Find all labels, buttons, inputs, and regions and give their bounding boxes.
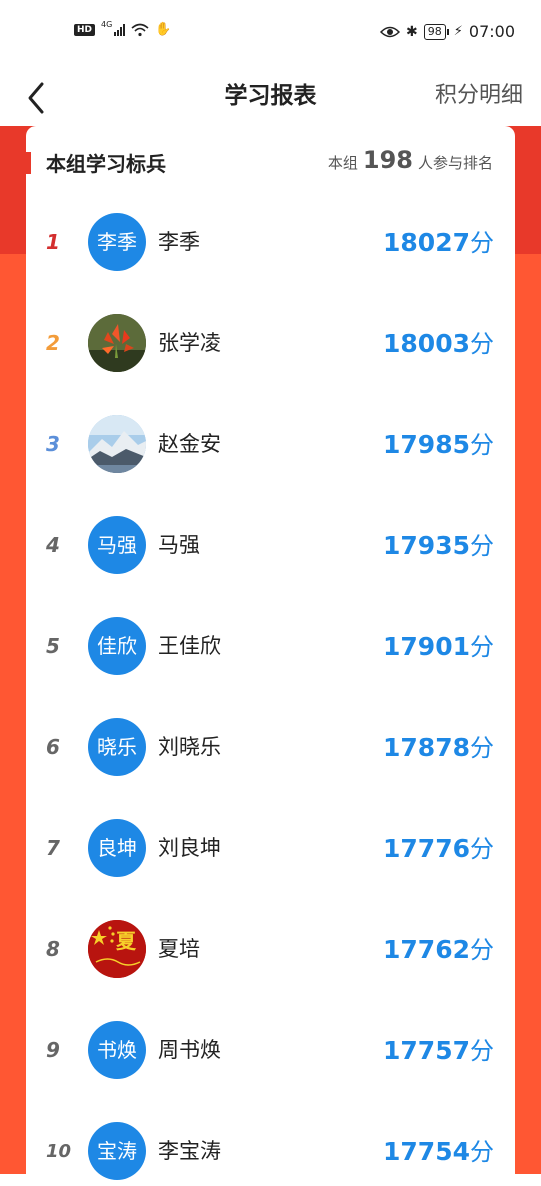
score: 18003分 bbox=[383, 293, 494, 395]
score-unit: 分 bbox=[470, 1138, 494, 1166]
score-value: 17935 bbox=[383, 531, 470, 560]
score-value: 18003 bbox=[383, 329, 470, 358]
network-type: 4G bbox=[101, 20, 113, 29]
score-value: 17985 bbox=[383, 430, 470, 459]
avatar bbox=[88, 314, 146, 372]
avatar: 佳欣 bbox=[88, 617, 146, 675]
points-detail-link[interactable]: 积分明细 bbox=[435, 77, 523, 109]
score-value: 17901 bbox=[383, 632, 470, 661]
score-value: 17762 bbox=[383, 935, 470, 964]
avatar: 书焕 bbox=[88, 1021, 146, 1079]
gesture-icon: ✋ bbox=[155, 22, 172, 37]
member-name: 赵金安 bbox=[158, 432, 221, 456]
accent-bar bbox=[26, 152, 31, 174]
ranking-row[interactable]: 7 良坤 刘良坤 17776分 bbox=[26, 798, 515, 899]
member-name: 李宝涛 bbox=[158, 1139, 221, 1163]
flag-photo-icon: 夏 bbox=[88, 920, 146, 978]
score: 17935分 bbox=[383, 495, 494, 597]
ranking-row[interactable]: 3 赵金安 17985分 bbox=[26, 394, 515, 495]
score-value: 17757 bbox=[383, 1036, 470, 1065]
member-name: 马强 bbox=[158, 533, 200, 557]
charging-icon: ⚡ bbox=[453, 24, 463, 39]
rank-number: 6 bbox=[46, 735, 60, 759]
status-bar: HD 4G ✋ ✱ 98 ⚡ 07:00 bbox=[0, 0, 541, 66]
score-value: 17776 bbox=[383, 834, 470, 863]
meta-prefix: 本组 bbox=[327, 154, 358, 172]
score: 17901分 bbox=[383, 596, 494, 698]
member-name: 李季 bbox=[158, 230, 200, 254]
status-left: HD 4G ✋ bbox=[74, 20, 172, 37]
member-name: 张学凌 bbox=[158, 331, 221, 355]
score-unit: 分 bbox=[470, 532, 494, 560]
ranking-row[interactable]: 5 佳欣 王佳欣 17901分 bbox=[26, 596, 515, 697]
avatar: 马强 bbox=[88, 516, 146, 574]
eye-icon bbox=[380, 26, 401, 37]
score: 17985分 bbox=[383, 394, 494, 496]
rank-number: 4 bbox=[46, 533, 60, 557]
participant-count: 198 bbox=[362, 146, 413, 174]
score-value: 17754 bbox=[383, 1137, 470, 1166]
ranking-row[interactable]: 6 晓乐 刘晓乐 17878分 bbox=[26, 697, 515, 798]
clock: 07:00 bbox=[468, 22, 515, 41]
avatar: 良坤 bbox=[88, 819, 146, 877]
participant-summary: 本组 198 人参与排名 bbox=[328, 146, 493, 174]
ranking-row[interactable]: 4 马强 马强 17935分 bbox=[26, 495, 515, 596]
score-unit: 分 bbox=[470, 835, 494, 863]
score-unit: 分 bbox=[470, 936, 494, 964]
ranking-row[interactable]: 8 夏 夏培 17762分 bbox=[26, 899, 515, 1000]
ranking-row[interactable]: 9 书焕 周书焕 17757分 bbox=[26, 1000, 515, 1101]
member-name: 周书焕 bbox=[158, 1038, 221, 1062]
score: 18027分 bbox=[383, 192, 494, 294]
card-title: 本组学习标兵 bbox=[46, 152, 166, 176]
avatar-logo-text: 夏 bbox=[116, 929, 137, 953]
rank-number: 5 bbox=[46, 634, 60, 658]
score: 17757分 bbox=[383, 1000, 494, 1102]
avatar: 宝涛 bbox=[88, 1122, 146, 1180]
score-unit: 分 bbox=[470, 229, 494, 257]
battery-icon: 98 bbox=[423, 23, 449, 40]
rank-number: 7 bbox=[46, 836, 60, 860]
score-unit: 分 bbox=[470, 330, 494, 358]
avatar: 李季 bbox=[88, 213, 146, 271]
member-name: 刘良坤 bbox=[158, 836, 221, 860]
card-header: 本组学习标兵 本组 198 人参与排名 bbox=[26, 126, 515, 202]
rank-number: 3 bbox=[46, 432, 60, 456]
ranking-row[interactable]: 2 张学凌 18003分 bbox=[26, 293, 515, 394]
rank-number: 8 bbox=[46, 937, 60, 961]
bluetooth-icon: ✱ bbox=[406, 23, 418, 40]
hd-badge: HD bbox=[74, 23, 96, 36]
signal-icon bbox=[114, 23, 126, 36]
rank-number: 10 bbox=[46, 1141, 72, 1162]
wifi-icon bbox=[131, 23, 149, 36]
score-unit: 分 bbox=[470, 633, 494, 661]
score: 17776分 bbox=[383, 798, 494, 900]
status-right: ✱ 98 ⚡ 07:00 bbox=[380, 22, 515, 41]
score-unit: 分 bbox=[470, 734, 494, 762]
member-name: 王佳欣 bbox=[158, 634, 221, 658]
ranking-list: 1 李季 李季 18027分 2 张学凌 18003分 3 赵金安 17985分… bbox=[26, 192, 515, 1186]
ranking-row[interactable]: 10 宝涛 李宝涛 17754分 bbox=[26, 1101, 515, 1186]
nav-bar: 学习报表 积分明细 bbox=[0, 66, 541, 126]
rank-number: 1 bbox=[46, 230, 60, 254]
score: 17878分 bbox=[383, 697, 494, 799]
meta-suffix: 人参与排名 bbox=[417, 154, 493, 172]
avatar: 夏 bbox=[88, 920, 146, 978]
rank-number: 9 bbox=[46, 1038, 60, 1062]
mountain-photo-icon bbox=[88, 415, 146, 473]
avatar bbox=[88, 415, 146, 473]
score: 17754分 bbox=[383, 1101, 494, 1186]
score-unit: 分 bbox=[470, 431, 494, 459]
score-value: 17878 bbox=[383, 733, 470, 762]
ranking-row[interactable]: 1 李季 李季 18027分 bbox=[26, 192, 515, 293]
score-value: 18027 bbox=[383, 228, 470, 257]
score: 17762分 bbox=[383, 899, 494, 1001]
member-name: 夏培 bbox=[158, 937, 200, 961]
flower-photo-icon bbox=[88, 314, 146, 372]
member-name: 刘晓乐 bbox=[158, 735, 221, 759]
score-unit: 分 bbox=[470, 1037, 494, 1065]
avatar: 晓乐 bbox=[88, 718, 146, 776]
rank-number: 2 bbox=[46, 331, 60, 355]
ranking-card: 本组学习标兵 本组 198 人参与排名 1 李季 李季 18027分 2 张学凌… bbox=[26, 126, 515, 1186]
